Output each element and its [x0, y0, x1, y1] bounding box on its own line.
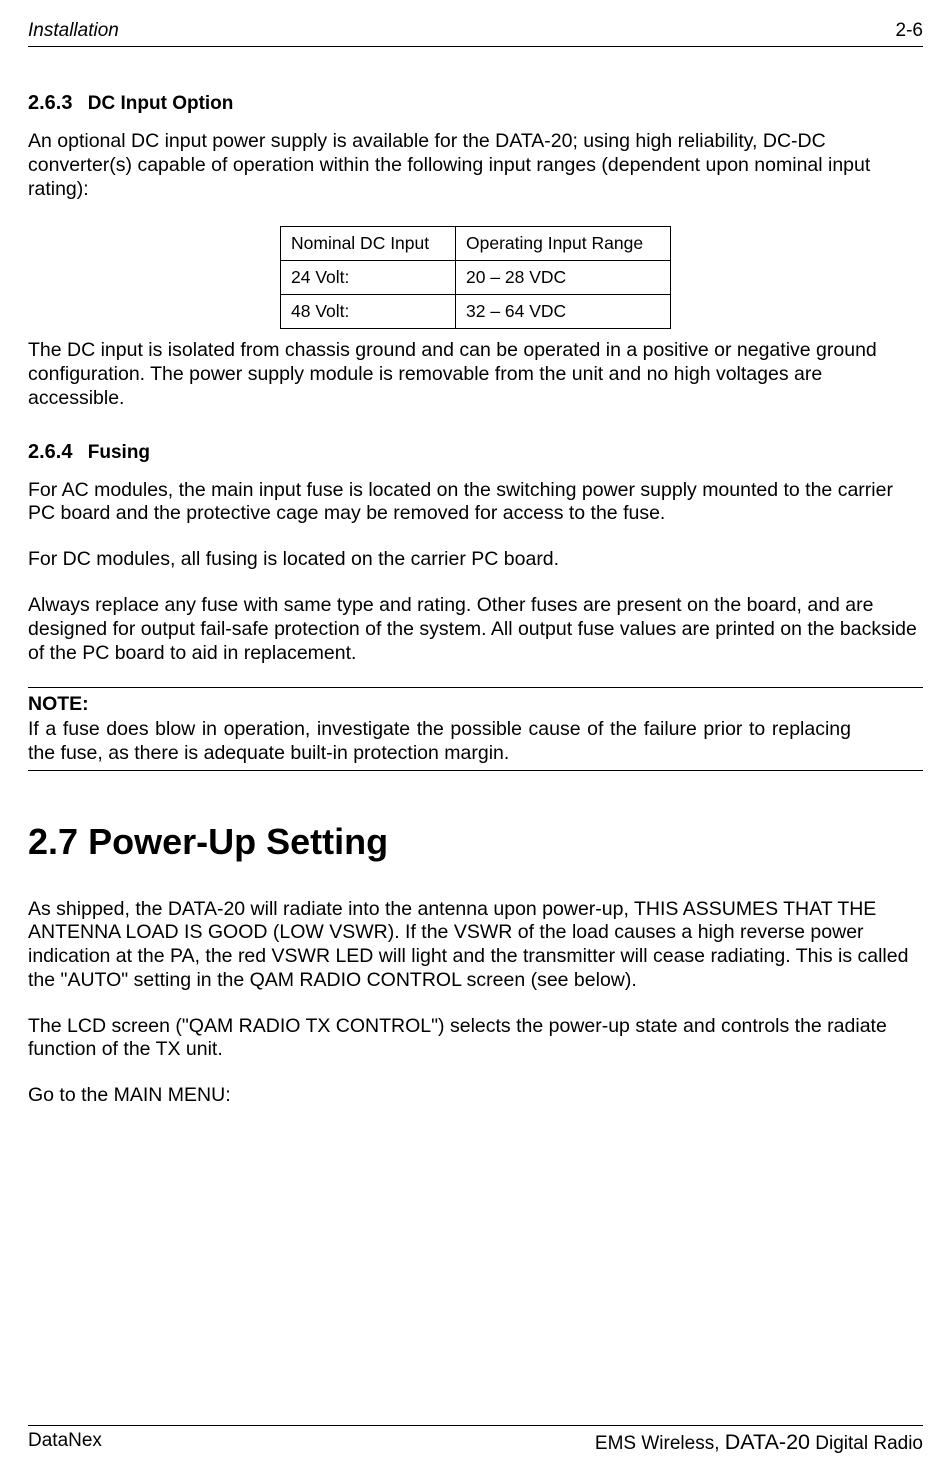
table-cell: 48 Volt:	[281, 295, 456, 329]
para-27-2: The LCD screen ("QAM RADIO TX CONTROL") …	[28, 1015, 923, 1063]
heading-263: 2.6.3 DC Input Option	[28, 92, 923, 115]
table-row: Nominal DC Input Operating Input Range	[281, 227, 671, 261]
footer-right: EMS Wireless, DATA-20 Digital Radio	[595, 1430, 923, 1455]
note-body: If a fuse does blow in operation, invest…	[28, 717, 851, 766]
heading-27-number: 2.7	[28, 821, 78, 862]
para-264-2: For DC modules, all fusing is located on…	[28, 548, 923, 572]
dc-input-table: Nominal DC Input Operating Input Range 2…	[280, 226, 671, 329]
table-cell: 32 – 64 VDC	[456, 295, 671, 329]
table-row: 24 Volt: 20 – 28 VDC	[281, 261, 671, 295]
page-header: Installation 2-6	[28, 20, 923, 47]
para-263-2: The DC input is isolated from chassis gr…	[28, 339, 923, 410]
heading-263-number: 2.6.3	[28, 92, 72, 114]
table-cell: 20 – 28 VDC	[456, 261, 671, 295]
heading-263-title: DC Input Option	[88, 93, 234, 114]
note-block: NOTE: If a fuse does blow in operation, …	[28, 687, 923, 770]
heading-27: 2.7 Power-Up Setting	[28, 821, 923, 863]
table-row: 48 Volt: 32 – 64 VDC	[281, 295, 671, 329]
footer-prefix: EMS Wireless,	[595, 1433, 725, 1454]
note-label: NOTE:	[28, 692, 95, 716]
para-263-1: An optional DC input power supply is ava…	[28, 130, 923, 201]
footer-left: DataNex	[28, 1430, 102, 1455]
footer-suffix: Digital Radio	[810, 1433, 923, 1454]
header-left: Installation	[28, 20, 119, 42]
table-header-nominal: Nominal DC Input	[281, 227, 456, 261]
heading-264-title: Fusing	[88, 442, 150, 463]
para-27-3: Go to the MAIN MENU:	[28, 1084, 923, 1108]
table-cell: 24 Volt:	[281, 261, 456, 295]
para-264-1: For AC modules, the main input fuse is l…	[28, 479, 923, 527]
heading-27-title: Power-Up Setting	[88, 821, 388, 862]
para-27-1: As shipped, the DATA-20 will radiate int…	[28, 898, 923, 993]
heading-264: 2.6.4 Fusing	[28, 441, 923, 464]
para-264-3: Always replace any fuse with same type a…	[28, 594, 923, 665]
page-footer: DataNex EMS Wireless, DATA-20 Digital Ra…	[28, 1425, 923, 1455]
table-header-range: Operating Input Range	[456, 227, 671, 261]
heading-264-number: 2.6.4	[28, 441, 72, 463]
footer-product: DATA-20	[725, 1430, 810, 1454]
header-page-number: 2-6	[896, 20, 923, 42]
